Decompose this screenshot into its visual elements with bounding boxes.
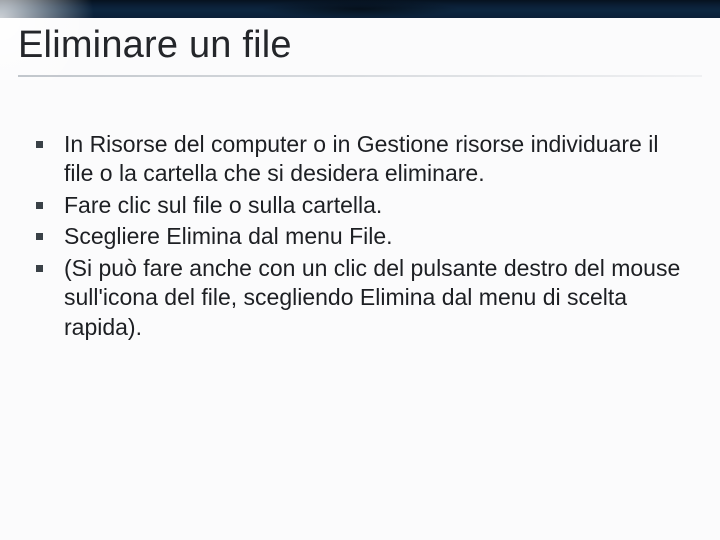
bullet-icon <box>36 202 43 209</box>
bullet-icon <box>36 233 43 240</box>
list-item-text: Fare clic sul file o sulla cartella. <box>64 192 382 218</box>
bullet-list: In Risorse del computer o in Gestione ri… <box>22 130 684 342</box>
bullet-icon <box>36 141 43 148</box>
list-item-text: In Risorse del computer o in Gestione ri… <box>64 131 658 186</box>
list-item-text: (Si può fare anche con un clic del pulsa… <box>64 255 680 340</box>
body-area: In Risorse del computer o in Gestione ri… <box>22 130 684 344</box>
list-item-text: Scegliere Elimina dal menu File. <box>64 223 393 249</box>
list-item: Scegliere Elimina dal menu File. <box>22 222 684 251</box>
bullet-icon <box>36 265 43 272</box>
title-underline <box>18 75 702 77</box>
list-item: In Risorse del computer o in Gestione ri… <box>22 130 684 189</box>
slide: Eliminare un file In Risorse del compute… <box>0 0 720 540</box>
slide-title: Eliminare un file <box>18 18 702 73</box>
title-area: Eliminare un file <box>18 18 702 77</box>
list-item: (Si può fare anche con un clic del pulsa… <box>22 254 684 342</box>
list-item: Fare clic sul file o sulla cartella. <box>22 191 684 220</box>
